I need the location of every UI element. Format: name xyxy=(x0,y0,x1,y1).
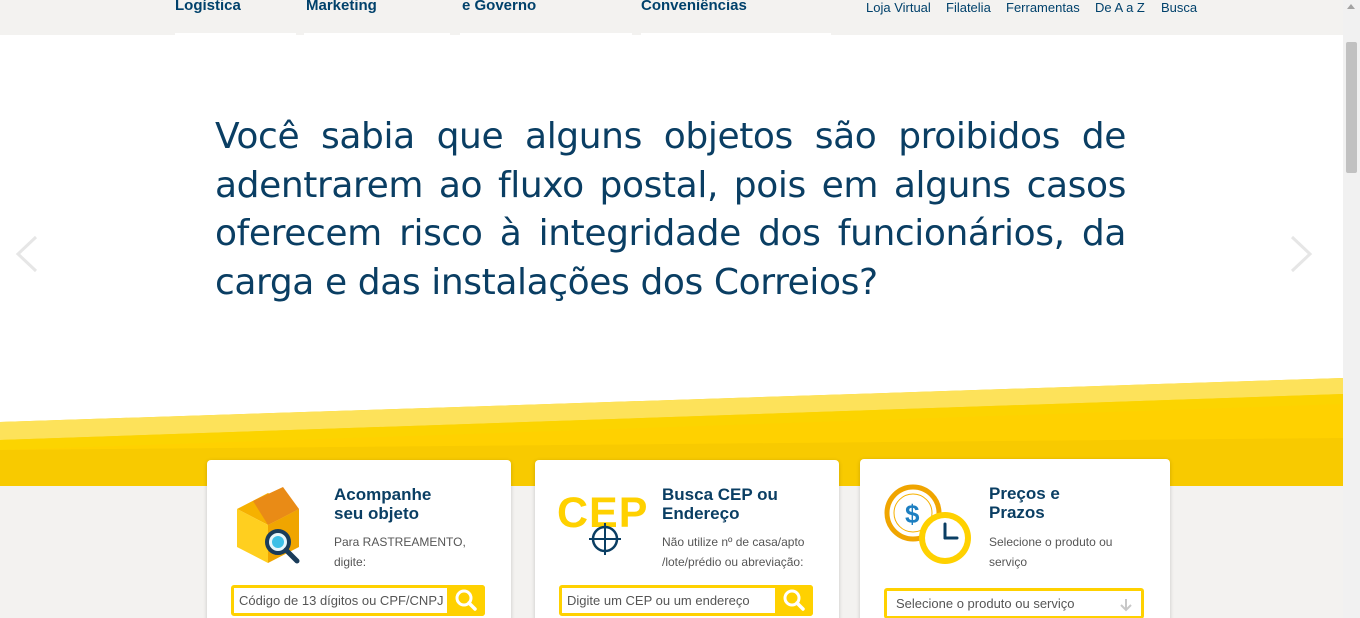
prices-title-line1: Preços e xyxy=(989,484,1060,503)
carousel-prev-button[interactable] xyxy=(6,234,46,274)
prices-desc-line1: Selecione o produto ou xyxy=(989,535,1113,549)
scrollbar-thumb[interactable] xyxy=(1346,42,1357,173)
money-clock-icon: $ xyxy=(884,484,971,564)
nav-link-filatelia[interactable]: Filatelia xyxy=(946,0,991,15)
nav-item-conveniencias[interactable]: Conveniências xyxy=(641,0,747,14)
prices-description: Selecione o produto ou serviço xyxy=(989,532,1112,572)
cep-input[interactable]: Digite um CEP ou um endereço xyxy=(559,585,813,616)
search-icon xyxy=(455,589,477,611)
tracking-title-line1: Acompanhe xyxy=(334,485,432,504)
nav-link-de-a-a-z[interactable]: De A a Z xyxy=(1095,0,1145,15)
search-icon xyxy=(783,589,805,611)
tracking-title-line2: seu objeto xyxy=(334,504,420,523)
nav-divider xyxy=(304,33,450,35)
cep-desc-line1: Não utilize nº de casa/apto xyxy=(662,535,805,549)
product-select-value: Selecione o produto ou serviço xyxy=(896,596,1075,611)
cep-input-placeholder: Digite um CEP ou um endereço xyxy=(567,593,750,608)
arrow-down-icon xyxy=(1120,599,1132,612)
prices-card: $ Preços e Prazos Selecione o produto ou… xyxy=(860,459,1170,618)
tracking-desc-line2: digite: xyxy=(334,555,367,569)
nav-item-logistica[interactable]: Logística xyxy=(175,0,241,14)
cep-card: CEP Busca CEP ou Endereço Não utilize nº… xyxy=(535,460,839,618)
vertical-scrollbar[interactable] xyxy=(1343,0,1360,618)
nav-divider xyxy=(460,33,632,35)
tracking-search-button[interactable] xyxy=(447,585,485,616)
cep-search-button[interactable] xyxy=(775,585,813,616)
carousel-slide-text: Você sabia que alguns objetos são proibi… xyxy=(215,116,1126,303)
nav-divider xyxy=(641,33,831,35)
svg-text:$: $ xyxy=(905,499,920,529)
nav-link-busca[interactable]: Busca xyxy=(1161,0,1197,15)
cep-target-icon xyxy=(589,523,621,555)
nav-item-governo[interactable]: e Governo xyxy=(462,0,536,14)
tracking-description: Para RASTREAMENTO, digite: xyxy=(334,532,466,572)
cep-description: Não utilize nº de casa/apto /lote/prédio… xyxy=(662,532,804,572)
nav-link-loja-virtual[interactable]: Loja Virtual xyxy=(866,0,931,15)
tracking-input-placeholder: Código de 13 dígitos ou CPF/CNPJ xyxy=(239,593,444,608)
top-navigation: Logística Marketing e Governo Conveniênc… xyxy=(0,0,1343,35)
box-search-icon xyxy=(237,487,300,564)
product-select[interactable]: Selecione o produto ou serviço xyxy=(884,588,1144,618)
prices-title-line2: Prazos xyxy=(989,503,1045,522)
prices-title: Preços e Prazos xyxy=(989,484,1060,522)
chevron-right-icon xyxy=(1290,235,1313,273)
cep-title-line1: Busca CEP ou xyxy=(662,485,778,504)
scroll-up-arrow-icon[interactable] xyxy=(1347,4,1355,9)
chevron-left-icon xyxy=(15,235,38,273)
cep-title-line2: Endereço xyxy=(662,504,740,523)
tracking-card: Acompanhe seu objeto Para RASTREAMENTO, … xyxy=(207,460,511,618)
tracking-desc-line1: Para RASTREAMENTO, xyxy=(334,535,466,549)
nav-item-marketing[interactable]: Marketing xyxy=(306,0,377,14)
nav-divider xyxy=(175,33,296,35)
tracking-input[interactable]: Código de 13 dígitos ou CPF/CNPJ xyxy=(231,585,485,616)
cep-desc-line2: /lote/prédio ou abreviação: xyxy=(662,555,804,569)
prices-desc-line2: serviço xyxy=(989,555,1028,569)
cep-title: Busca CEP ou Endereço xyxy=(662,485,778,523)
nav-link-ferramentas[interactable]: Ferramentas xyxy=(1006,0,1080,15)
carousel-next-button[interactable] xyxy=(1282,234,1322,274)
tracking-title: Acompanhe seu objeto xyxy=(334,485,431,523)
